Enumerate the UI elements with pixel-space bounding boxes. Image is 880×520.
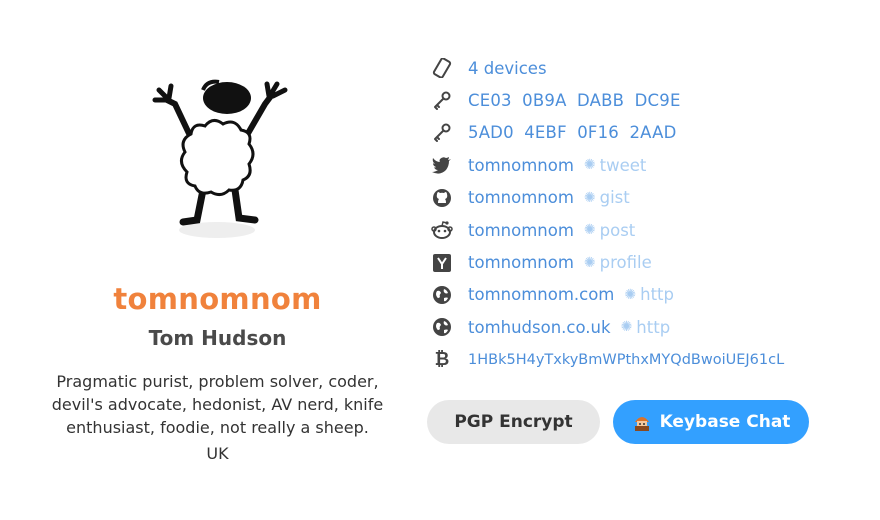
github-username-link[interactable]: tomnomnom bbox=[468, 188, 574, 207]
verified-seal-icon: ✺ bbox=[583, 222, 596, 239]
proof-badge-label: http bbox=[636, 317, 671, 337]
key-icon bbox=[430, 89, 454, 113]
proof-badge[interactable]: ✺ gist bbox=[584, 188, 630, 207]
reddit-icon bbox=[430, 218, 454, 242]
full-name: Tom Hudson bbox=[148, 326, 287, 350]
proof-badge-label: gist bbox=[599, 188, 630, 208]
proof-badge[interactable]: ✺ http bbox=[621, 318, 671, 337]
proof-row-devices[interactable]: 4 devices bbox=[430, 52, 870, 84]
globe-icon bbox=[430, 315, 454, 339]
bitcoin-address-link[interactable]: 1HBk5H4yTxkyBmWPthxMYQdBwoiUEJ61cL bbox=[468, 352, 784, 368]
proof-row-twitter[interactable]: tomnomnom ✺ tweet bbox=[430, 149, 870, 181]
proof-badge[interactable]: ✺ http bbox=[624, 285, 674, 304]
proof-row-pgp-key[interactable]: 5AD0 4EBF 0F16 2AAD bbox=[430, 117, 870, 149]
twitter-username-link[interactable]: tomnomnom bbox=[468, 156, 574, 175]
proof-badge[interactable]: ✺ profile bbox=[584, 253, 652, 272]
username: tomnomnom bbox=[113, 282, 322, 316]
pgp-encrypt-label: PGP Encrypt bbox=[454, 412, 573, 432]
proof-row-github[interactable]: tomnomnom ✺ gist bbox=[430, 182, 870, 214]
proof-badge-label: profile bbox=[599, 253, 652, 273]
devices-link[interactable]: 4 devices bbox=[468, 59, 547, 78]
keybase-chat-label: Keybase Chat bbox=[659, 412, 791, 432]
bitcoin-icon: ₿ bbox=[434, 349, 450, 371]
location: UK bbox=[206, 444, 229, 463]
proof-badge-label: tweet bbox=[599, 155, 647, 175]
keybase-chat-button[interactable]: Keybase Chat bbox=[613, 400, 809, 444]
identity-proofs-list: 4 devices CE03 0B9A DABB DC9E 5AD0 4EBF … bbox=[430, 52, 870, 376]
proof-badge-label: http bbox=[640, 285, 674, 305]
proof-row-reddit[interactable]: tomnomnom ✺ post bbox=[430, 214, 870, 246]
proof-row-hackernews[interactable]: tomnomnom ✺ profile bbox=[430, 246, 870, 278]
reddit-username-link[interactable]: tomnomnom bbox=[468, 221, 574, 240]
verified-seal-icon: ✺ bbox=[583, 189, 596, 206]
website-link[interactable]: tomhudson.co.uk bbox=[468, 318, 611, 337]
verified-seal-icon: ✺ bbox=[624, 286, 637, 303]
pgp-fingerprint-link[interactable]: CE03 0B9A DABB DC9E bbox=[468, 91, 681, 110]
chat-avatar-icon bbox=[632, 412, 652, 432]
verified-seal-icon: ✺ bbox=[583, 254, 596, 271]
globe-icon bbox=[430, 283, 454, 307]
key-icon bbox=[430, 121, 454, 145]
proof-badge-label: post bbox=[599, 220, 636, 240]
proof-badge[interactable]: ✺ post bbox=[584, 221, 635, 240]
hackernews-icon bbox=[430, 251, 454, 275]
verified-seal-icon: ✺ bbox=[620, 319, 633, 336]
proof-row-pgp-key[interactable]: CE03 0B9A DABB DC9E bbox=[430, 84, 870, 116]
device-icon bbox=[430, 56, 454, 80]
proof-row-bitcoin[interactable]: ₿ 1HBk5H4yTxkyBmWPthxMYQdBwoiUEJ61cL bbox=[430, 344, 870, 376]
hackernews-username-link[interactable]: tomnomnom bbox=[468, 253, 574, 272]
github-icon bbox=[430, 186, 454, 210]
proof-row-website[interactable]: tomnomnom.com ✺ http bbox=[430, 279, 870, 311]
pgp-encrypt-button[interactable]: PGP Encrypt bbox=[427, 400, 600, 444]
verified-seal-icon: ✺ bbox=[583, 157, 596, 174]
bio: Pragmatic purist, problem solver, coder,… bbox=[51, 372, 384, 437]
twitter-icon bbox=[430, 153, 454, 177]
proof-row-website[interactable]: tomhudson.co.uk ✺ http bbox=[430, 311, 870, 343]
website-link[interactable]: tomnomnom.com bbox=[468, 285, 614, 304]
pgp-fingerprint-link[interactable]: 5AD0 4EBF 0F16 2AAD bbox=[468, 123, 676, 142]
profile-panel: tomnomnom Tom Hudson Pragmatic purist, p… bbox=[0, 0, 435, 520]
sheep-avatar bbox=[145, 72, 295, 250]
proof-badge[interactable]: ✺ tweet bbox=[584, 156, 646, 175]
